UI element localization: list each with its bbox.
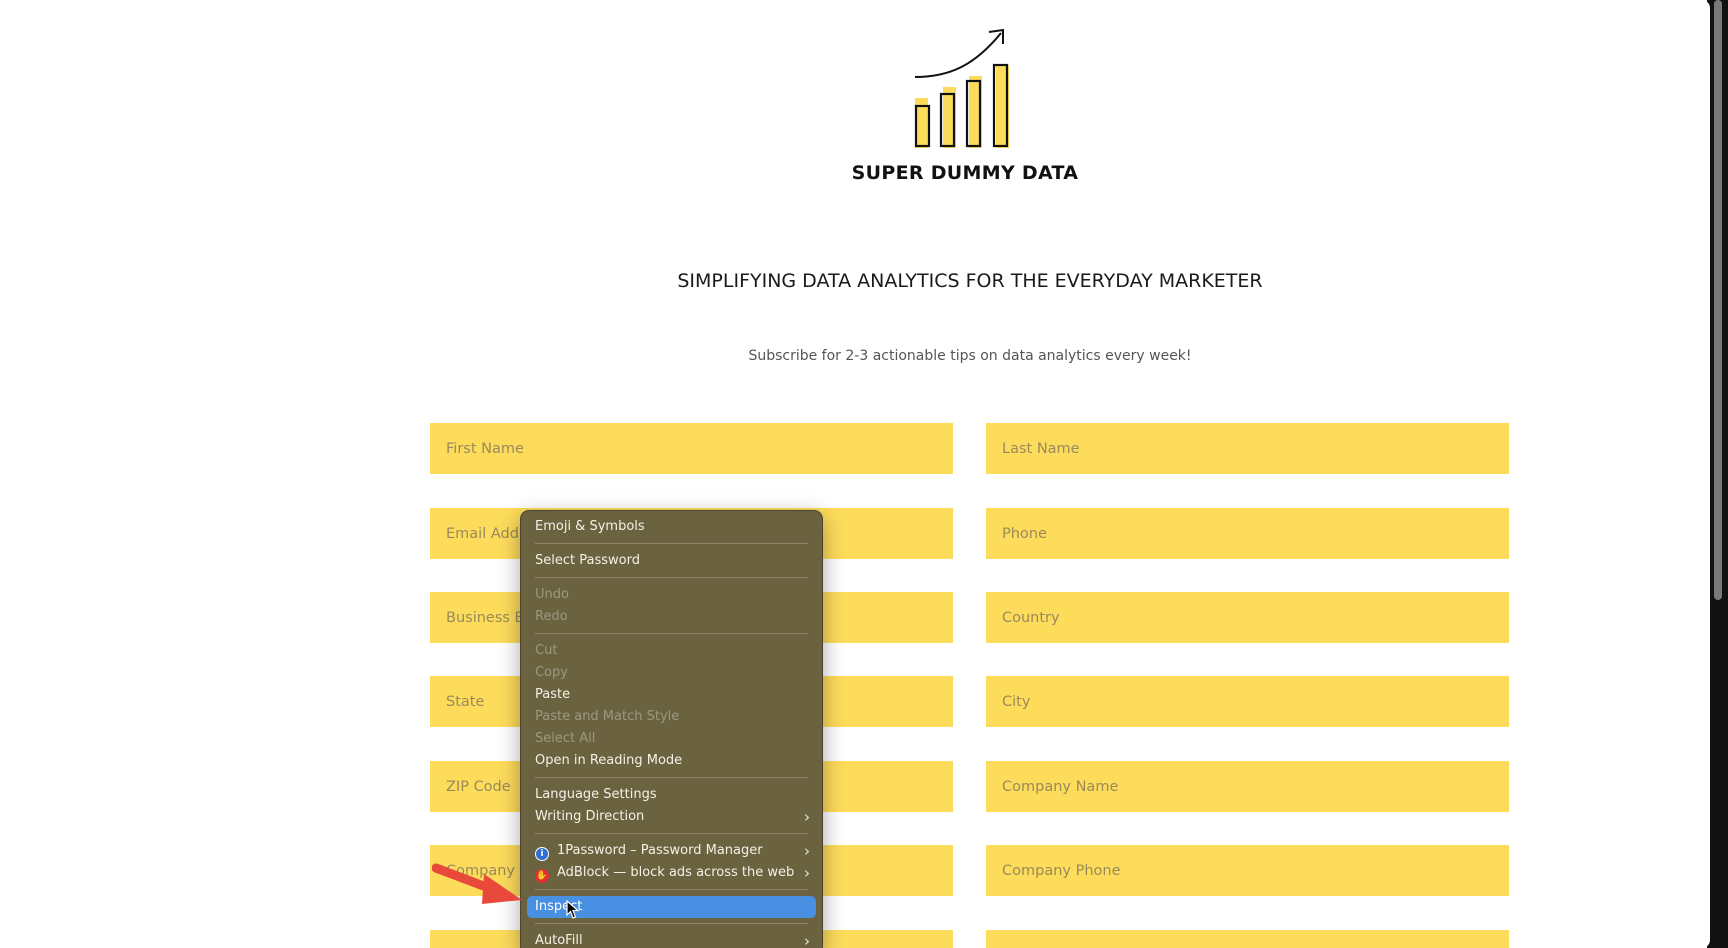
brand-name: SUPER DUMMY DATA bbox=[851, 162, 1079, 184]
menu-item-redo: Redo bbox=[535, 609, 568, 624]
vertical-scrollbar[interactable] bbox=[1714, 0, 1722, 600]
page-headline: SIMPLIFYING DATA ANALYTICS FOR THE EVERY… bbox=[677, 270, 1263, 292]
menu-item-paste-match-style: Paste and Match Style bbox=[535, 709, 680, 724]
menu-item-reading-mode[interactable]: Open in Reading Mode bbox=[527, 750, 816, 772]
context-menu: Emoji & Symbols Select Password Undo Red… bbox=[520, 510, 823, 948]
last-name-field[interactable]: Last Name bbox=[986, 423, 1509, 474]
menu-item-emoji-symbols[interactable]: Emoji & Symbols bbox=[527, 516, 816, 538]
menu-item-autofill[interactable]: AutoFill › bbox=[527, 930, 816, 948]
adblock-hand-icon: ✋ bbox=[535, 869, 549, 883]
menu-item-writing-direction[interactable]: Writing Direction › bbox=[527, 806, 816, 828]
company-phone-field[interactable]: Company Phone bbox=[986, 845, 1509, 896]
menu-item-adblock[interactable]: ✋ AdBlock — block ads across the web › bbox=[527, 862, 816, 884]
menu-item-label: AdBlock — block ads across the web bbox=[557, 865, 795, 880]
mouse-pointer-icon bbox=[566, 900, 580, 919]
bar-chart-growth-icon bbox=[914, 28, 1009, 148]
first-name-field[interactable]: First Name bbox=[430, 423, 953, 474]
menu-item-paste[interactable]: Paste bbox=[527, 684, 816, 706]
country-field[interactable]: Country bbox=[986, 592, 1509, 643]
menu-separator bbox=[535, 923, 808, 924]
menu-item-cut: Cut bbox=[535, 643, 558, 658]
menu-item-undo: Undo bbox=[535, 587, 569, 602]
chevron-right-icon: › bbox=[804, 864, 810, 882]
menu-separator bbox=[535, 777, 808, 778]
menu-separator bbox=[535, 889, 808, 890]
phone-field[interactable]: Phone bbox=[986, 508, 1509, 559]
company-name-field[interactable]: Company Name bbox=[986, 761, 1509, 812]
menu-item-select-all: Select All bbox=[535, 731, 596, 746]
menu-item-copy: Copy bbox=[535, 665, 568, 680]
menu-item-1password[interactable]: i 1Password – Password Manager › bbox=[527, 840, 816, 862]
next-field-right[interactable] bbox=[986, 930, 1509, 948]
page-subheadline: Subscribe for 2-3 actionable tips on dat… bbox=[748, 348, 1192, 364]
annotation-arrow-icon bbox=[432, 863, 522, 904]
menu-item-select-password[interactable]: Select Password bbox=[527, 550, 816, 572]
menu-item-label: 1Password – Password Manager bbox=[557, 843, 763, 858]
menu-item-label: AutoFill bbox=[535, 933, 583, 948]
window-content-edge bbox=[1702, 0, 1710, 948]
menu-separator bbox=[535, 543, 808, 544]
page: SUPER DUMMY DATA SIMPLIFYING DATA ANALYT… bbox=[0, 0, 1728, 948]
menu-separator bbox=[535, 633, 808, 634]
chevron-right-icon: › bbox=[804, 808, 810, 826]
1password-icon: i bbox=[535, 847, 549, 861]
menu-separator bbox=[535, 577, 808, 578]
menu-item-language-settings[interactable]: Language Settings bbox=[527, 784, 816, 806]
menu-separator bbox=[535, 833, 808, 834]
menu-item-label: Writing Direction bbox=[535, 809, 645, 824]
chevron-right-icon: › bbox=[804, 932, 810, 948]
city-field[interactable]: City bbox=[986, 676, 1509, 727]
chevron-right-icon: › bbox=[804, 842, 810, 860]
